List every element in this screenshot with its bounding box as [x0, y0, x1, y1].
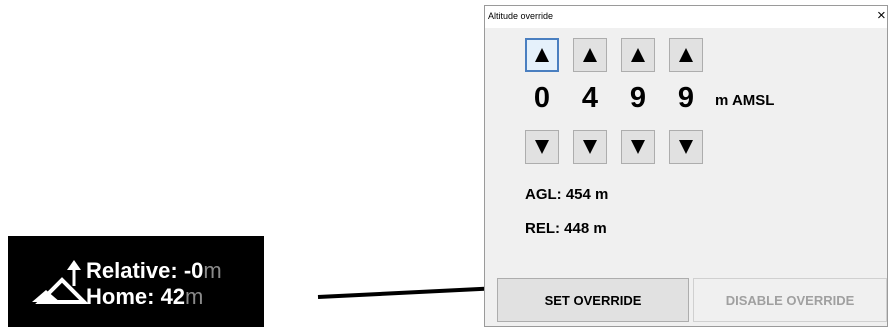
- rel-readout: REL: 448 m: [525, 220, 607, 237]
- digit-4-down-button[interactable]: [669, 130, 703, 164]
- digit-4-up-button[interactable]: [669, 38, 703, 72]
- relative-label: Relative:: [86, 258, 184, 283]
- altitude-overlay: Relative: -0m Home: 42m: [8, 236, 264, 327]
- triangle-down-icon: [583, 140, 597, 154]
- altitude-digit-1: 0: [533, 82, 551, 114]
- relative-unit: m: [203, 258, 222, 283]
- disable-override-button[interactable]: DISABLE OVERRIDE: [693, 278, 887, 322]
- digit-1-down-button[interactable]: [525, 130, 559, 164]
- triangle-down-icon: [679, 140, 693, 154]
- altitude-mountain-arrow-icon: [32, 260, 88, 304]
- triangle-up-icon: [679, 48, 693, 62]
- home-value: 42: [160, 284, 186, 309]
- close-icon[interactable]: ×: [877, 8, 886, 24]
- relative-value: -0: [183, 258, 204, 283]
- digit-2-up-button[interactable]: [573, 38, 607, 72]
- altitude-digit-2: 4: [581, 82, 599, 114]
- triangle-down-icon: [535, 140, 549, 154]
- screenshot-stage: Relative: -0m Home: 42m Altitude overrid…: [0, 0, 888, 327]
- digit-1-up-button[interactable]: [525, 38, 559, 72]
- relative-altitude-readout: Relative: -0m: [86, 258, 222, 284]
- home-label: Home:: [86, 284, 161, 309]
- triangle-down-icon: [631, 140, 645, 154]
- digit-3-down-button[interactable]: [621, 130, 655, 164]
- altitude-digit-3: 9: [629, 82, 647, 114]
- altitude-digit-4: 9: [677, 82, 695, 114]
- triangle-up-icon: [535, 48, 549, 62]
- dialog-title: Altitude override: [488, 11, 554, 21]
- triangle-up-icon: [631, 48, 645, 62]
- set-override-button[interactable]: SET OVERRIDE: [497, 278, 689, 322]
- home-unit: m: [185, 284, 204, 309]
- altitude-unit-label: m AMSL: [715, 92, 775, 109]
- agl-readout: AGL: 454 m: [525, 186, 609, 203]
- home-altitude-readout: Home: 42m: [86, 284, 203, 310]
- triangle-up-icon: [583, 48, 597, 62]
- altitude-override-dialog: Altitude override × 0 4 9 9 m AMSL AGL: …: [484, 5, 888, 327]
- dialog-titlebar: Altitude override ×: [485, 6, 887, 28]
- digit-2-down-button[interactable]: [573, 130, 607, 164]
- digit-3-up-button[interactable]: [621, 38, 655, 72]
